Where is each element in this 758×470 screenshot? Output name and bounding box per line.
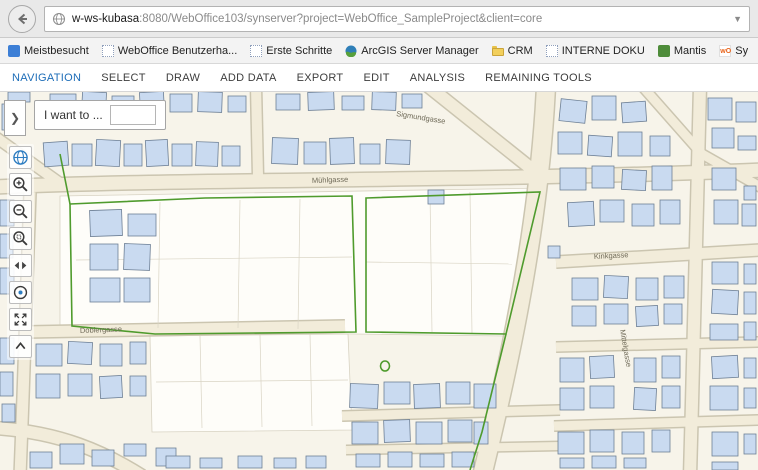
default-bookmark-icon	[102, 45, 114, 57]
chevron-right-icon: ❯	[10, 111, 20, 125]
bookmark-label: WebOffice Benutzerha...	[118, 45, 237, 57]
bookmark-mantis[interactable]: Mantis	[658, 45, 706, 57]
street-label: Kinkgasse	[594, 250, 629, 261]
zoom-in-button[interactable]	[9, 173, 32, 196]
url-text: w-ws-kubasa:8080/WebOffice103/synserver?…	[72, 13, 542, 25]
weboffice-icon: wO	[719, 45, 731, 57]
extent-history-button[interactable]	[9, 254, 32, 277]
bookmark-arcgis-server-manager[interactable]: ArcGIS Server Manager	[345, 45, 478, 57]
bookmark-label: ArcGIS Server Manager	[361, 45, 478, 57]
default-bookmark-icon	[546, 45, 558, 57]
bookmark-label: Mantis	[674, 45, 706, 57]
default-bookmark-icon	[250, 45, 262, 57]
most-visited-icon	[8, 45, 20, 57]
globe-icon	[12, 149, 29, 166]
tab-edit[interactable]: EDIT	[353, 72, 399, 84]
i-want-to-input[interactable]	[110, 105, 156, 125]
street-label: Mühlgasse	[312, 175, 349, 185]
urlbar-dropdown-icon[interactable]: ▼	[733, 14, 742, 24]
tab-select[interactable]: SELECT	[91, 72, 156, 84]
bookmarks-bar: Meistbesucht WebOffice Benutzerha... Ers…	[0, 38, 758, 64]
back-button[interactable]	[8, 5, 36, 33]
url-path: :8080/WebOffice103/synserver?project=Web…	[139, 13, 542, 25]
bookmark-crm[interactable]: CRM	[492, 45, 533, 57]
bookmark-interne-doku[interactable]: INTERNE DOKU	[546, 45, 645, 57]
full-extent-icon	[12, 311, 29, 328]
scroll-tools-up-button[interactable]	[9, 335, 32, 358]
overview-globe-button[interactable]	[9, 146, 32, 169]
map-tool-column	[7, 144, 34, 360]
street-label: Dobiergasse	[80, 325, 122, 335]
site-globe-icon	[52, 12, 66, 26]
tab-remaining-tools[interactable]: REMAINING TOOLS	[475, 72, 602, 84]
zoom-out-icon	[12, 203, 29, 220]
folder-icon	[492, 45, 504, 57]
bookmark-synergis[interactable]: wO Sy	[719, 45, 748, 57]
sidebar-expand-button[interactable]: ❯	[4, 100, 26, 136]
map-canvas[interactable]: Mühlgasse Sigmundgasse Kinkgasse Dobierg…	[0, 92, 758, 470]
tab-add-data[interactable]: ADD DATA	[210, 72, 286, 84]
bookmark-meistbesucht[interactable]: Meistbesucht	[8, 45, 89, 57]
zoom-window-button[interactable]	[9, 227, 32, 250]
bookmark-label: CRM	[508, 45, 533, 57]
chevron-up-icon	[12, 338, 29, 355]
bookmark-label: Erste Schritte	[266, 45, 332, 57]
arcgis-globe-icon	[345, 45, 357, 57]
bookmark-label: Sy	[735, 45, 748, 57]
back-arrow-icon	[15, 12, 29, 26]
zoom-window-icon	[12, 230, 29, 247]
tab-navigation[interactable]: NAVIGATION	[2, 72, 91, 84]
map-viewport[interactable]: Mühlgasse Sigmundgasse Kinkgasse Dobierg…	[0, 92, 758, 470]
extent-history-icon	[12, 257, 29, 274]
tab-export[interactable]: EXPORT	[287, 72, 354, 84]
url-host: w-ws-kubasa	[72, 13, 139, 25]
bookmark-label: Meistbesucht	[24, 45, 89, 57]
zoom-out-button[interactable]	[9, 200, 32, 223]
address-bar[interactable]: w-ws-kubasa:8080/WebOffice103/synserver?…	[44, 6, 750, 32]
bookmark-weboffice-benutzerhandbuch[interactable]: WebOffice Benutzerha...	[102, 45, 237, 57]
zoom-in-icon	[12, 176, 29, 193]
center-point-button[interactable]	[9, 281, 32, 304]
browser-toolbar: w-ws-kubasa:8080/WebOffice103/synserver?…	[0, 0, 758, 38]
i-want-to-widget: I want to ...	[34, 100, 166, 130]
bookmark-label: INTERNE DOKU	[562, 45, 645, 57]
bookmark-erste-schritte[interactable]: Erste Schritte	[250, 45, 332, 57]
mantis-icon	[658, 45, 670, 57]
weboffice-menu-bar: NAVIGATION SELECT DRAW ADD DATA EXPORT E…	[0, 64, 758, 92]
tab-analysis[interactable]: ANALYSIS	[400, 72, 475, 84]
full-extent-button[interactable]	[9, 308, 32, 331]
center-point-icon	[12, 284, 29, 301]
tab-draw[interactable]: DRAW	[156, 72, 210, 84]
i-want-to-label: I want to ...	[44, 108, 103, 122]
